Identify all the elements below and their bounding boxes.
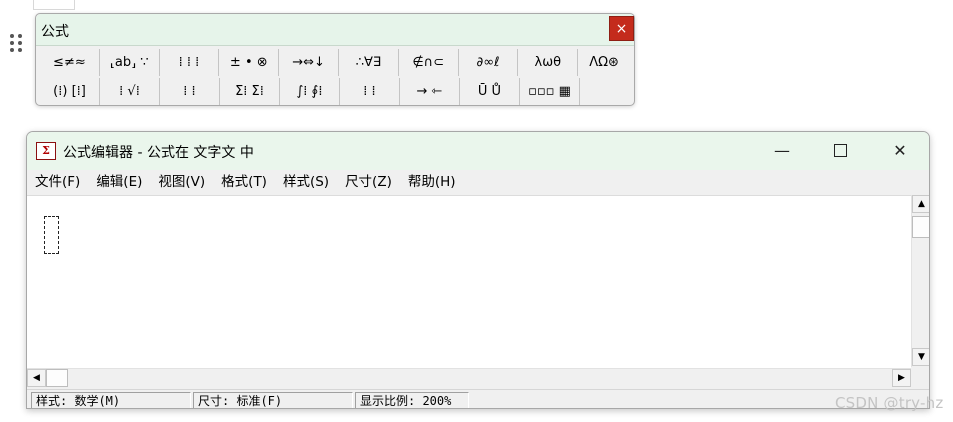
logic-palette-button[interactable]: ∴∀∃ xyxy=(339,49,399,76)
script-template-button[interactable]: ⁞ ⁞ xyxy=(160,78,220,105)
status-style: 样式: 数学(M) xyxy=(31,392,191,408)
csdn-watermark: CSDN @try-hz xyxy=(835,394,944,412)
maximize-icon xyxy=(833,143,847,157)
fences-template-button[interactable]: (⁞) [⁞] xyxy=(40,78,100,105)
scroll-down-button[interactable]: ▼ xyxy=(912,348,929,366)
palette-title: 公式 xyxy=(41,24,69,40)
horizontal-scroll-thumb[interactable] xyxy=(46,369,68,387)
menu-bar: 文件(F) 编辑(E) 视图(V) 格式(T) 样式(S) 尺寸(Z) 帮助(H… xyxy=(27,170,929,194)
equation-editor-window: Σ 公式编辑器 - 公式在 文字文 中 — ✕ 文件(F) 编辑(E) 视图(V… xyxy=(26,131,930,409)
background-tab-edge xyxy=(33,0,75,10)
labeled-arrow-template-button[interactable]: → ⇽ xyxy=(400,78,460,105)
menu-help[interactable]: 帮助(H) xyxy=(400,170,464,194)
embellishments-palette-button[interactable]: ⁞ ⁞ ⁞ xyxy=(160,49,220,76)
palette-empty-area xyxy=(580,78,630,105)
menu-format[interactable]: 格式(T) xyxy=(213,170,275,194)
fraction-radical-template-button[interactable]: ⁞ √⁞ xyxy=(100,78,160,105)
palette-titlebar[interactable]: 公式 × xyxy=(36,14,634,46)
horizontal-scrollbar[interactable]: ◀ ▶ xyxy=(27,368,911,387)
palette-row-1: ≤≠≈ ⸤ab⸥ ∵ ⁞ ⁞ ⁞ ± • ⊗ →⇔↓ ∴∀∃ ∉∩⊂ ∂∞ℓ λ… xyxy=(40,49,630,76)
products-template-button[interactable]: Ū Ů xyxy=(460,78,520,105)
greek-lowercase-palette-button[interactable]: λωθ xyxy=(518,49,579,76)
empty-equation-slot[interactable] xyxy=(44,216,59,254)
status-bar: 样式: 数学(M) 尺寸: 标准(F) 显示比例: 200% xyxy=(27,389,929,408)
arrows-palette-button[interactable]: →⇔↓ xyxy=(279,49,339,76)
menu-file[interactable]: 文件(F) xyxy=(27,170,88,194)
equation-editor-app-icon: Σ xyxy=(36,142,56,160)
scrollbar-corner xyxy=(911,368,929,387)
window-titlebar[interactable]: Σ 公式编辑器 - 公式在 文字文 中 — ✕ xyxy=(27,132,929,170)
minimize-button[interactable]: — xyxy=(753,132,811,170)
relations-palette-button[interactable]: ≤≠≈ xyxy=(40,49,100,76)
scroll-left-button[interactable]: ◀ xyxy=(27,369,46,387)
menu-size[interactable]: 尺寸(Z) xyxy=(337,170,400,194)
operators-palette-button[interactable]: ± • ⊗ xyxy=(219,49,280,76)
vertical-scrollbar[interactable]: ▲ ▼ xyxy=(911,195,929,367)
misc-symbols-palette-button[interactable]: ∂∞ℓ xyxy=(459,49,519,76)
menu-view[interactable]: 视图(V) xyxy=(150,170,213,194)
menu-edit[interactable]: 编辑(E) xyxy=(88,170,150,194)
maximize-button[interactable] xyxy=(811,132,869,170)
greek-uppercase-palette-button[interactable]: ΛΩ⊛ xyxy=(578,49,630,76)
drag-handle-icon[interactable] xyxy=(10,34,22,54)
window-title: 公式编辑器 - 公式在 文字文 中 xyxy=(63,145,254,161)
close-button[interactable]: ✕ xyxy=(871,132,929,170)
vertical-scroll-thumb[interactable] xyxy=(912,216,929,238)
status-zoom: 显示比例: 200% xyxy=(355,392,469,408)
bar-template-button[interactable]: ⁞ ⁞ xyxy=(340,78,400,105)
spaces-ellipses-palette-button[interactable]: ⸤ab⸥ ∵ xyxy=(100,49,160,76)
menu-style[interactable]: 样式(S) xyxy=(275,170,337,194)
integral-template-button[interactable]: ∫⁞ ∮⁞ xyxy=(280,78,340,105)
formula-palette: 公式 × ≤≠≈ ⸤ab⸥ ∵ ⁞ ⁞ ⁞ ± • ⊗ →⇔↓ ∴∀∃ ∉∩⊂ … xyxy=(35,13,635,106)
palette-close-button[interactable]: × xyxy=(609,16,634,41)
summation-template-button[interactable]: Σ⁞ Σ⁞ xyxy=(220,78,280,105)
palette-row-2: (⁞) [⁞] ⁞ √⁞ ⁞ ⁞ Σ⁞ Σ⁞ ∫⁞ ∮⁞ ⁞ ⁞ → ⇽ Ū Ů… xyxy=(40,78,630,105)
equation-canvas[interactable] xyxy=(27,195,911,368)
status-size: 尺寸: 标准(F) xyxy=(193,392,353,408)
matrix-template-button[interactable]: ▫▫▫ ▦ xyxy=(520,78,580,105)
set-theory-palette-button[interactable]: ∉∩⊂ xyxy=(399,49,459,76)
scroll-up-button[interactable]: ▲ xyxy=(912,195,929,213)
scroll-right-button[interactable]: ▶ xyxy=(892,369,911,387)
